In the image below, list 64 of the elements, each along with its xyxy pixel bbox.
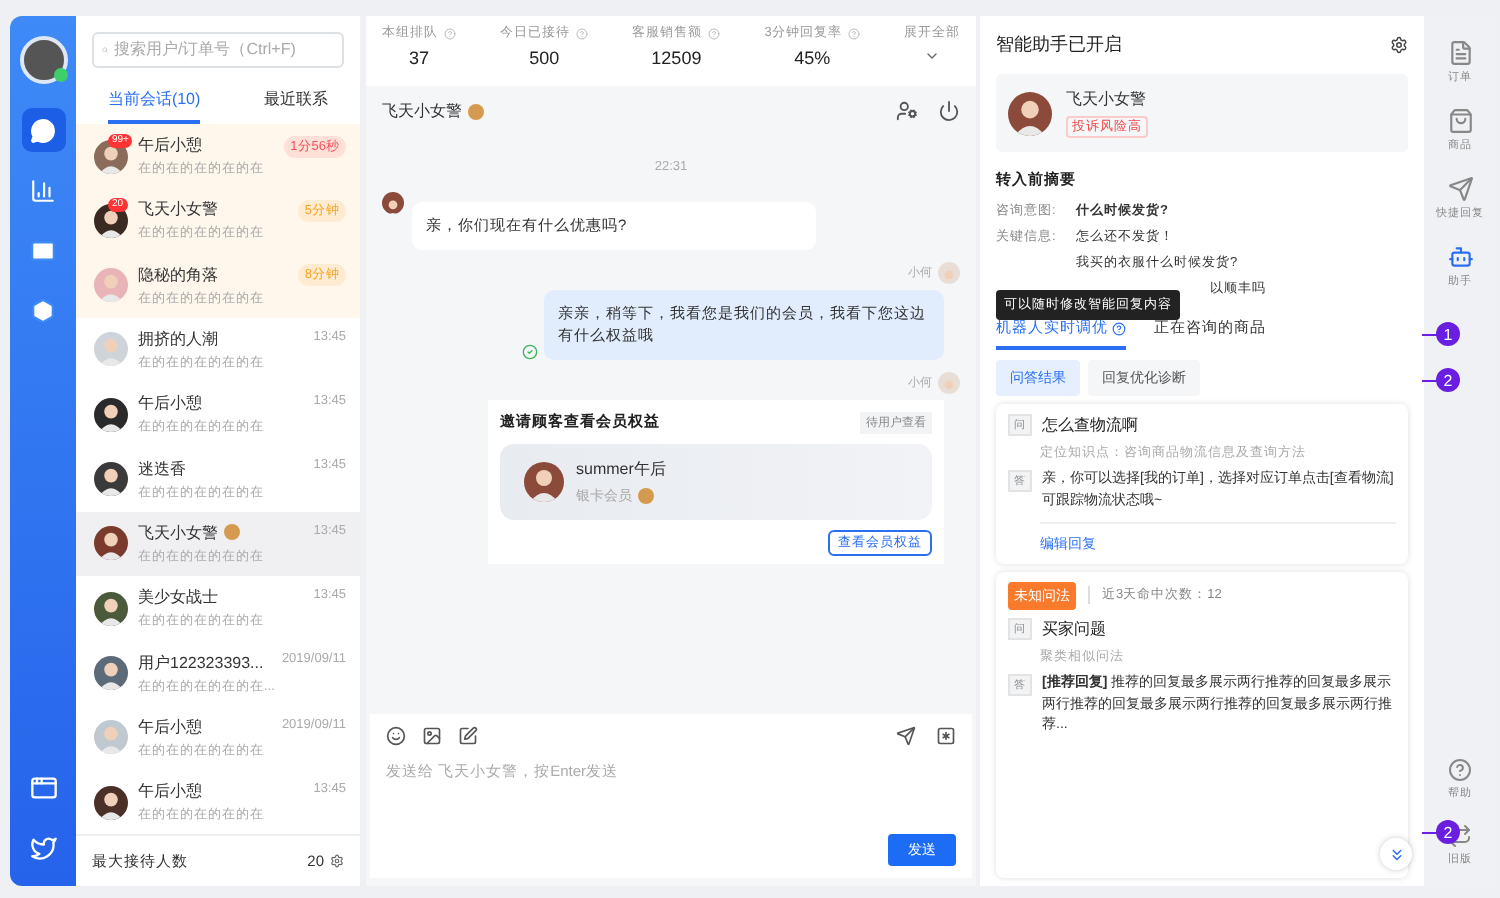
contact-name: 隐秘的角落 — [138, 263, 218, 286]
tab[interactable]: 最近联系 — [264, 79, 329, 124]
avatar — [94, 720, 128, 755]
order-icon — [1447, 40, 1473, 66]
avatar — [94, 526, 128, 561]
stat-value: 12509 — [651, 48, 702, 68]
edit-icon[interactable] — [458, 726, 478, 746]
avatar — [94, 462, 128, 497]
contact-name: 用户122323393... — [138, 651, 264, 674]
robot-icon — [1447, 244, 1473, 270]
send-icon[interactable] — [896, 726, 916, 746]
avatar — [94, 785, 128, 820]
help-icon[interactable] — [1112, 321, 1126, 335]
user-avatar[interactable] — [19, 36, 67, 84]
avatar — [94, 268, 128, 303]
bag-icon — [1447, 108, 1473, 134]
image-icon[interactable] — [422, 726, 442, 746]
online-dot — [53, 68, 67, 82]
emoji-icon[interactable] — [386, 726, 406, 746]
stat-value: 37 — [408, 48, 429, 68]
avatar — [94, 203, 128, 238]
contact-name: 迷迭香 — [138, 457, 186, 480]
avatar — [94, 656, 128, 691]
avatar — [94, 591, 128, 626]
question-text: 买家问题 — [1042, 617, 1106, 640]
avatar — [938, 261, 960, 284]
leader-line — [1422, 334, 1438, 336]
user-settings-icon[interactable] — [896, 100, 918, 122]
contact-name: 飞天小女警 — [138, 198, 218, 221]
avatar — [524, 461, 564, 502]
contact-name: 午后小憩 — [138, 780, 202, 803]
avatar — [94, 332, 128, 367]
contact-name: 美少女战士 — [138, 586, 218, 609]
chat-icon[interactable] — [21, 108, 65, 152]
double-chevron-icon — [1387, 845, 1405, 863]
avatar — [1008, 91, 1052, 135]
note-icon[interactable] — [936, 726, 956, 746]
stat-value: 45% — [794, 48, 831, 68]
avatar — [938, 371, 960, 394]
question-text: 怎么查物流啊 — [1042, 414, 1138, 436]
send-icon — [1447, 176, 1473, 202]
member-name: summer午后 — [576, 457, 666, 480]
avatar — [382, 192, 404, 214]
avatar — [94, 139, 128, 174]
settings-icon[interactable] — [330, 854, 344, 869]
avatar — [94, 397, 128, 432]
chat-title: 飞天小女警 — [382, 100, 462, 122]
panel-title: 智能助手已开启 — [996, 32, 1122, 58]
help-icon — [1448, 758, 1472, 782]
search-field[interactable]: 搜索用户/订单号（Ctrl+F) — [92, 32, 344, 68]
chevron-down-icon[interactable] — [924, 48, 940, 64]
leader-line — [1422, 380, 1438, 382]
contact-name: 飞天小女警 — [138, 521, 218, 544]
verified-icon — [638, 487, 654, 504]
contact-name: 午后小憩 — [138, 392, 202, 415]
power-icon[interactable] — [938, 100, 960, 122]
settings-icon[interactable] — [1390, 36, 1408, 54]
stat-value: 500 — [529, 48, 560, 68]
customer-name: 飞天小女警 — [1066, 88, 1146, 110]
contact-name: 午后小憩 — [138, 715, 202, 738]
contact-name: 午后小憩 — [138, 134, 202, 157]
scroll-down-button[interactable] — [1380, 838, 1412, 870]
contact-name: 拥挤的人潮 — [138, 327, 218, 350]
leader-line — [1422, 832, 1438, 834]
